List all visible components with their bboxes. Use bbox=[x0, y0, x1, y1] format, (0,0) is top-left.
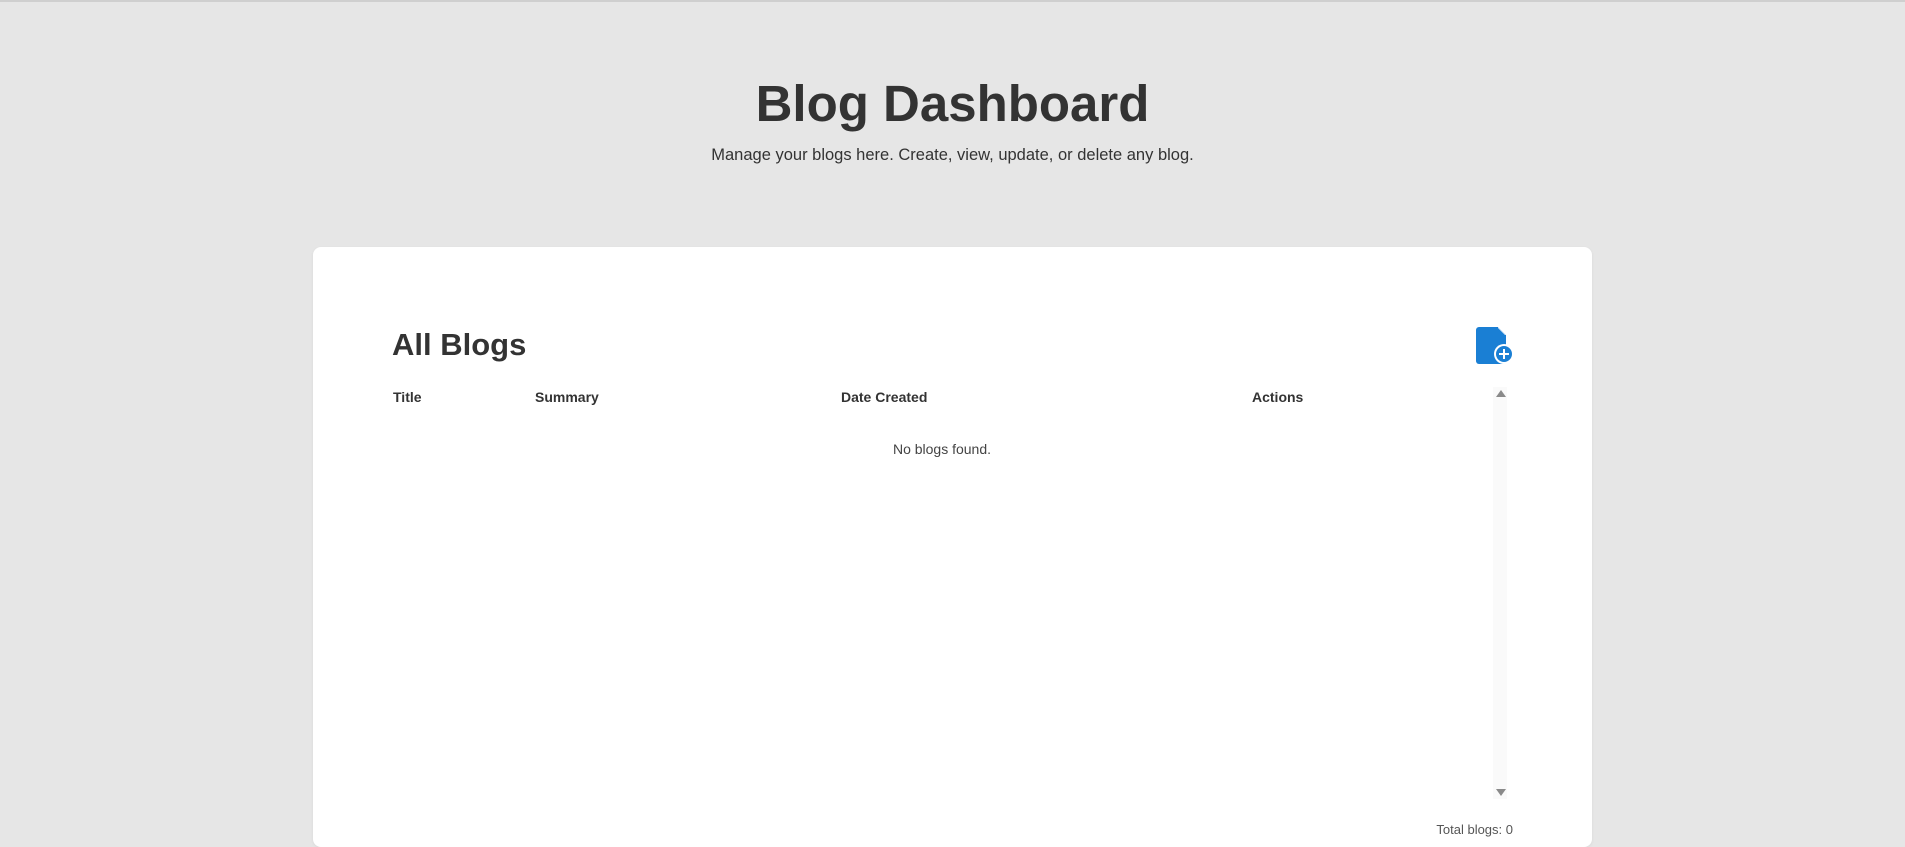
blogs-card: All Blogs Title Summary Date Created Act… bbox=[313, 247, 1592, 847]
page-subtitle: Manage your blogs here. Create, view, up… bbox=[711, 146, 1194, 164]
table-scrollbar[interactable] bbox=[1493, 387, 1507, 799]
scroll-up-arrow-icon[interactable] bbox=[1496, 390, 1506, 397]
add-blog-button[interactable] bbox=[1476, 327, 1516, 367]
add-document-icon bbox=[1476, 327, 1514, 364]
scroll-down-arrow-icon[interactable] bbox=[1496, 789, 1506, 796]
top-border bbox=[0, 0, 1905, 2]
page-title: Blog Dashboard bbox=[755, 75, 1150, 132]
column-header-summary: Summary bbox=[535, 389, 599, 405]
blogs-table: Title Summary Date Created Actions No bl… bbox=[392, 387, 1492, 792]
column-header-date-created: Date Created bbox=[841, 389, 928, 405]
column-header-title: Title bbox=[393, 389, 422, 405]
total-blogs-count: Total blogs: 0 bbox=[1436, 822, 1513, 837]
empty-state-message: No blogs found. bbox=[892, 441, 992, 457]
column-header-actions: Actions bbox=[1252, 389, 1304, 405]
blogs-section-title: All Blogs bbox=[392, 327, 527, 362]
